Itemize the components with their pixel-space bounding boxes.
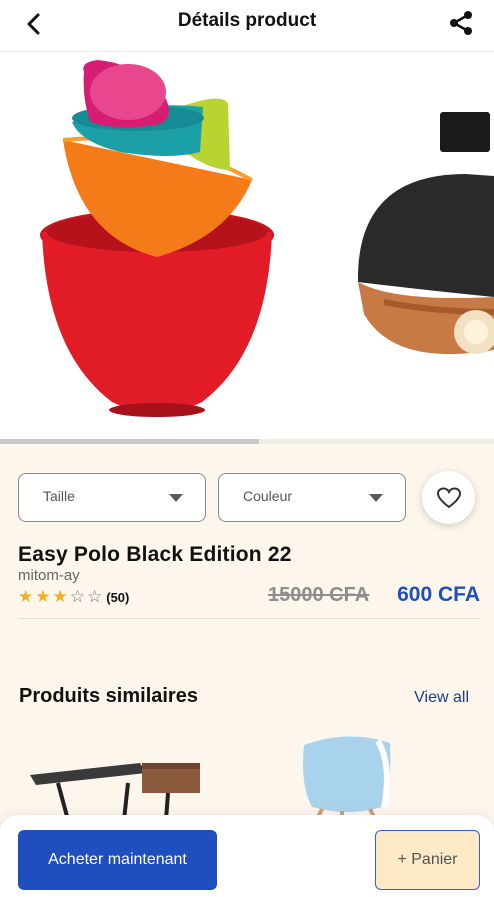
rating-stars: ★ ★ ★ ☆ ☆ (50) [18,587,129,607]
color-select[interactable]: Couleur [218,473,406,522]
bottom-action-bar: Acheter maintenant + Panier [0,815,494,897]
star-icon: ★ [18,587,34,606]
star-icon: ★ [35,587,51,606]
heart-icon [436,486,461,508]
view-all-link[interactable]: View all [414,689,469,707]
gallery-progress-bar [0,439,494,444]
star-icon: ☆ [69,587,85,606]
old-price: 15000 CFA [268,584,370,606]
add-to-cart-button[interactable]: + Panier [375,830,480,890]
star-icon: ★ [52,587,68,606]
chevron-down-icon [369,494,383,502]
divider [18,618,480,619]
share-icon [450,11,472,35]
gallery-progress-fill [0,439,260,444]
desk-thumbnail[interactable] [28,725,203,825]
size-select[interactable]: Taille [18,473,206,522]
color-select-label: Couleur [243,488,293,504]
similar-products-title: Produits similaires [19,685,198,707]
page-title: Détails product [177,10,317,31]
product-gallery[interactable] [0,52,494,444]
product-name: Easy Polo Black Edition 22 [18,543,292,566]
rating-count: (50) [106,589,130,605]
current-price: 600 CFA [397,583,480,606]
chevron-down-icon [169,494,183,502]
share-button[interactable] [444,6,478,40]
product-seller: mitom-ay [18,567,80,584]
size-select-label: Taille [43,488,75,504]
app-header: Détails product [0,0,494,52]
mixing-bowls-image [40,60,274,417]
buy-now-button[interactable]: Acheter maintenant [18,830,217,890]
favorite-button[interactable] [422,471,475,524]
star-icon: ☆ [87,587,103,606]
pendant-lamp-image [357,112,494,355]
